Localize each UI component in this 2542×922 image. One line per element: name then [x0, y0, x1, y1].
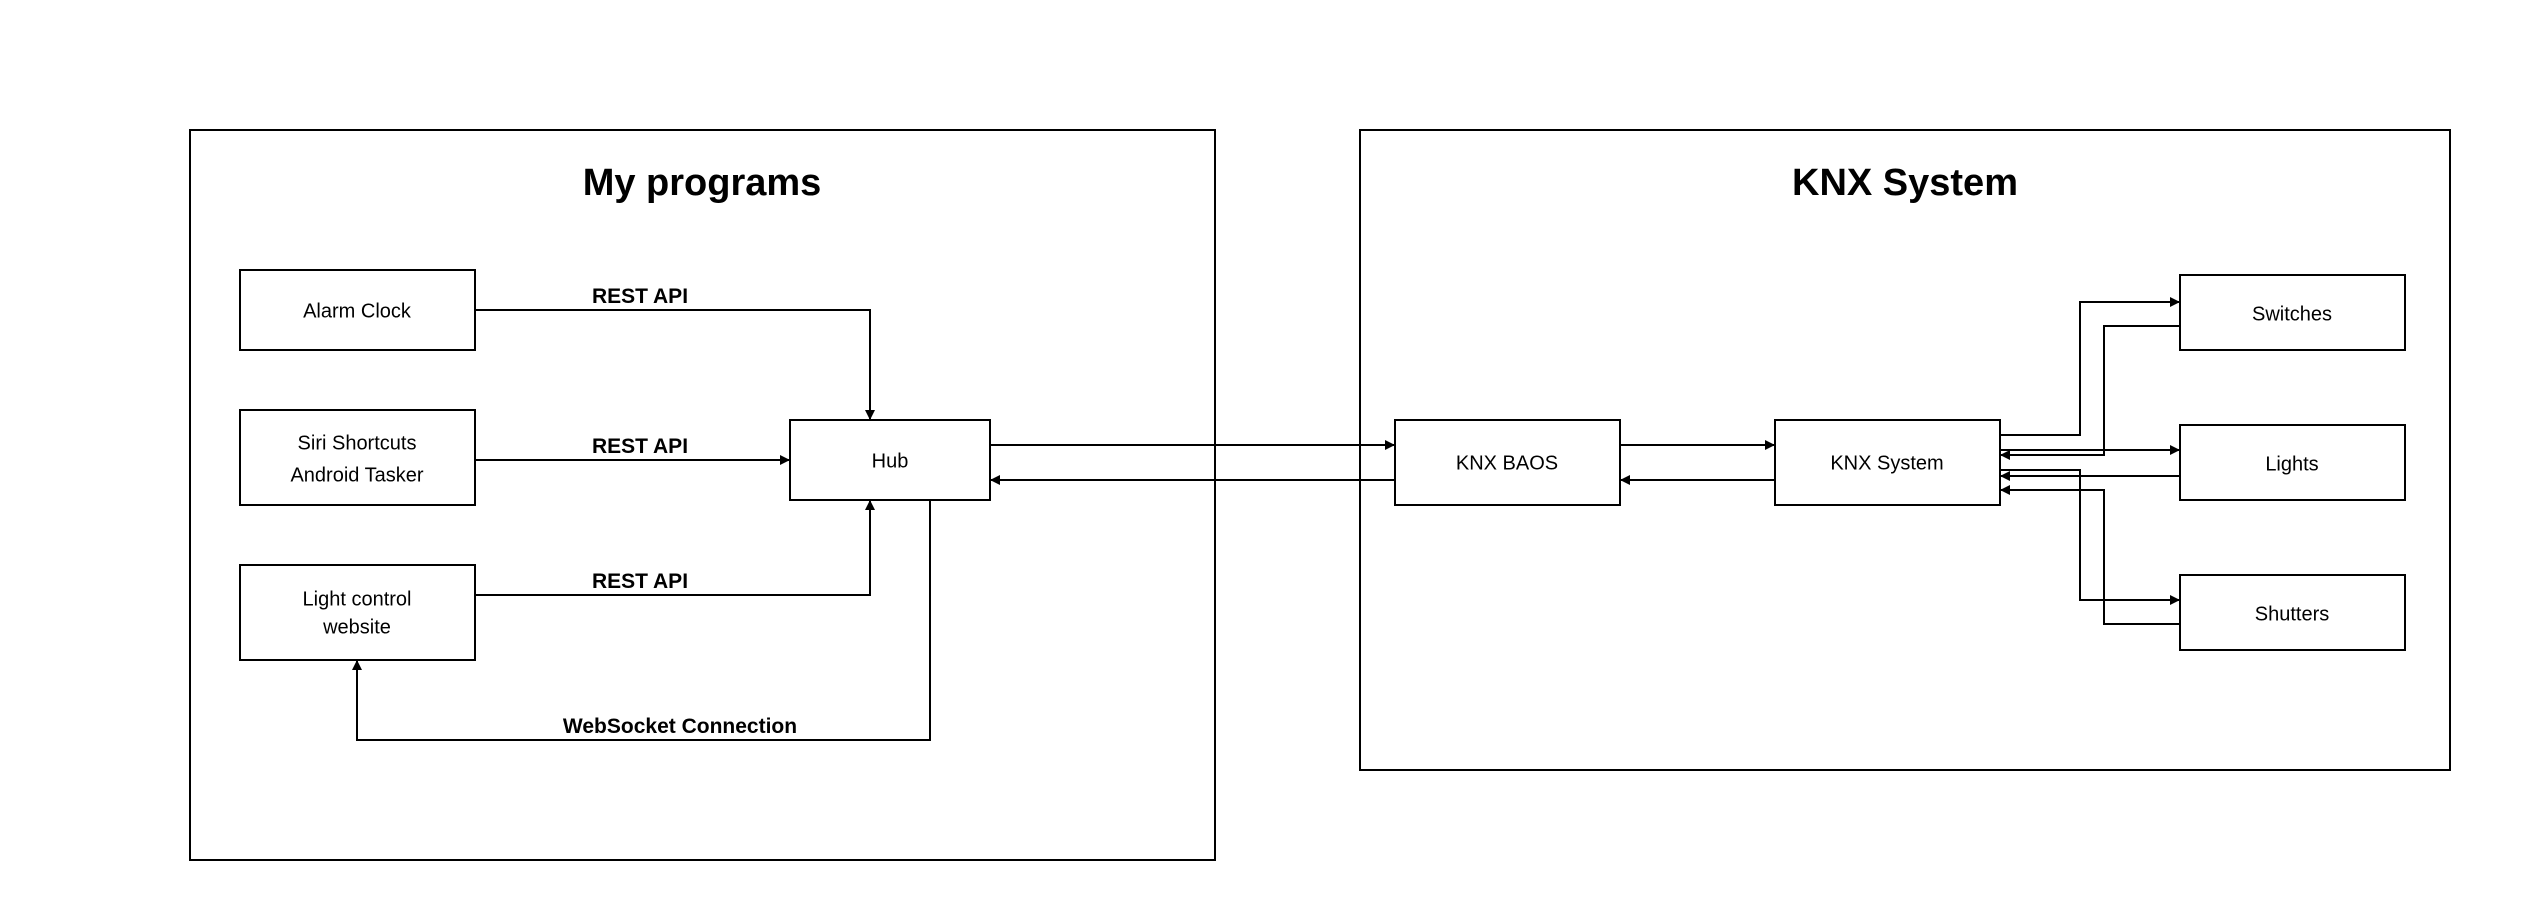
node-label-knx-system: KNX System: [1830, 452, 1943, 474]
node-label-alarm-clock: Alarm Clock: [303, 300, 412, 322]
edge-alarm-hub: [475, 310, 870, 420]
node-siri-shortcuts: [240, 410, 475, 505]
node-label-light-control-line1: Light control: [303, 588, 412, 610]
edge-label-rest-api-2: REST API: [592, 435, 688, 458]
edge-shutters-to-knxsys: [2000, 490, 2180, 624]
node-label-siri-line1: Siri Shortcuts: [298, 432, 417, 454]
edge-label-rest-api-3: REST API: [592, 570, 688, 593]
node-label-shutters: Shutters: [2255, 603, 2329, 625]
node-label-knx-baos: KNX BAOS: [1456, 452, 1558, 474]
group-title-knx-system: KNX System: [1792, 162, 2018, 204]
node-label-siri-line2: Android Tasker: [290, 464, 423, 486]
node-label-lights: Lights: [2265, 453, 2318, 475]
diagram-canvas: My programs Alarm Clock Siri Shortcuts A…: [0, 0, 2542, 922]
edge-label-websocket: WebSocket Connection: [563, 715, 797, 738]
node-light-control-website: [240, 565, 475, 660]
edge-label-rest-api-1: REST API: [592, 285, 688, 308]
node-label-hub: Hub: [872, 450, 909, 472]
node-label-light-control-line2: website: [322, 616, 391, 638]
node-label-switches: Switches: [2252, 303, 2332, 325]
group-title-my-programs: My programs: [583, 162, 822, 204]
edge-knxsys-to-switches: [2000, 302, 2180, 435]
